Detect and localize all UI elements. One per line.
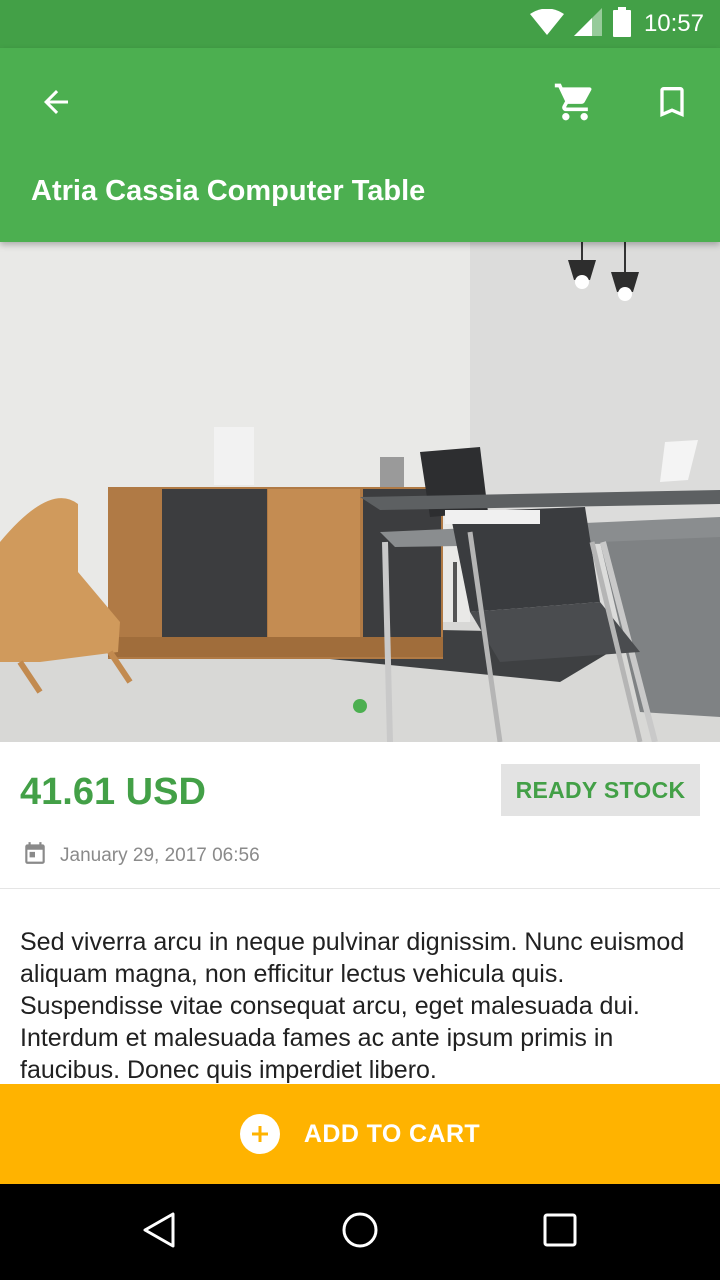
product-image: [0, 242, 720, 742]
nav-recents-button[interactable]: [530, 1202, 590, 1262]
product-date-row: January 29, 2017 06:56: [22, 840, 260, 871]
nav-home-button[interactable]: [330, 1202, 390, 1262]
cart-button[interactable]: [547, 76, 603, 132]
plus-circle-icon: [239, 1114, 280, 1154]
app-bar: Atria Cassia Computer Table: [0, 48, 720, 242]
stock-status-badge: READY STOCK: [501, 764, 700, 816]
nav-back-icon: [140, 1210, 180, 1255]
bookmark-icon: [652, 82, 692, 127]
add-to-cart-button[interactable]: ADD TO CART: [0, 1084, 720, 1184]
product-date: January 29, 2017 06:56: [60, 844, 260, 866]
bookmark-button[interactable]: [644, 76, 700, 132]
battery-icon: [612, 6, 632, 42]
page-title: Atria Cassia Computer Table: [31, 175, 426, 207]
product-description: Sed viverra arcu in neque pulvinar digni…: [20, 928, 685, 1084]
status-time: 10:57: [643, 10, 704, 37]
system-nav-bar: [0, 1184, 720, 1280]
product-image-slider[interactable]: [0, 242, 720, 742]
back-button[interactable]: [28, 76, 84, 132]
signal-icon: [574, 7, 602, 41]
calendar-icon: [22, 840, 48, 871]
wifi-icon: [530, 8, 564, 40]
nav-recents-icon: [542, 1212, 578, 1253]
product-summary: 41.61 USD READY STOCK January 29, 2017 0…: [0, 742, 720, 889]
slider-indicator-dot[interactable]: [353, 699, 367, 713]
nav-back-button[interactable]: [130, 1202, 190, 1262]
back-arrow-icon: [38, 84, 74, 125]
status-bar: 10:57: [0, 0, 720, 48]
nav-home-icon: [340, 1210, 380, 1255]
cart-icon: [553, 80, 597, 129]
status-icons: [530, 6, 632, 42]
add-to-cart-label: ADD TO CART: [303, 1119, 481, 1148]
product-price: 41.61 USD: [20, 771, 206, 813]
